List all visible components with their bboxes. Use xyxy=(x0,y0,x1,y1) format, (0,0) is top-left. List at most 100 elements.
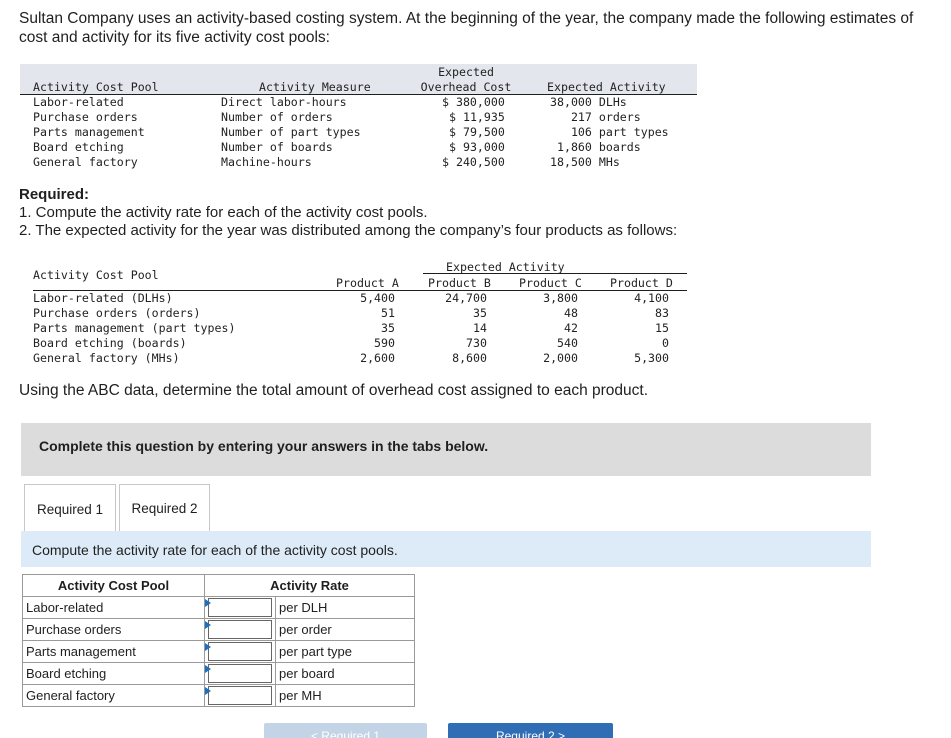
pool-cell: Parts management xyxy=(33,125,145,140)
product-d-cell: 15 xyxy=(594,321,669,336)
tab-required-1[interactable]: Required 1 xyxy=(24,484,116,533)
activity-cell: 1,860 boards xyxy=(550,140,641,155)
product-b-cell: 14 xyxy=(412,321,487,336)
pool-cell: Board etching xyxy=(33,140,124,155)
rate-unit: per DLH xyxy=(276,597,415,619)
header-activity-cost-pool: Activity Cost Pool xyxy=(33,268,159,283)
product-b-cell: 35 xyxy=(412,306,487,321)
product-c-cell: 540 xyxy=(503,336,578,351)
header-activity-cost-pool: Activity Cost Pool xyxy=(23,575,205,597)
input-marker-icon xyxy=(205,687,211,695)
activity-cell: 18,500 MHs xyxy=(550,155,620,170)
pool-cell: General factory xyxy=(33,155,138,170)
pool-cell: Labor-related xyxy=(33,95,124,110)
activity-rate-answer-table: Activity Cost Pool Activity Rate Labor-r… xyxy=(22,574,415,707)
pool-label: Parts management xyxy=(23,641,205,663)
rate-input-cell xyxy=(205,597,276,619)
compute-instruction-bar: Compute the activity rate for each of th… xyxy=(21,531,871,567)
product-activity-table: Activity Cost Pool Expected Activity Pro… xyxy=(20,258,690,372)
product-b-cell: 730 xyxy=(412,336,487,351)
cost-cell: $ 79,500 xyxy=(449,125,505,140)
measure-cell: Machine-hours xyxy=(221,155,312,170)
product-a-cell: 2,600 xyxy=(320,351,395,366)
banner-text: Complete this question by entering your … xyxy=(39,438,488,454)
input-marker-icon xyxy=(205,643,211,651)
instruction-text: Using the ABC data, determine the total … xyxy=(19,382,648,400)
required-heading: Required: xyxy=(19,186,89,203)
labor-related-rate-input[interactable] xyxy=(208,598,272,617)
product-d-cell: 83 xyxy=(594,306,669,321)
next-button-label: Required 2 > xyxy=(496,729,565,738)
header-activity-measure: Activity Measure xyxy=(259,80,371,95)
product-d-cell: 5,300 xyxy=(594,351,669,366)
rate-unit: per part type xyxy=(276,641,415,663)
cost-cell: $ 380,000 xyxy=(442,95,505,110)
parts-management-rate-input[interactable] xyxy=(208,642,272,661)
pool-cell: Board etching (boards) xyxy=(33,336,187,351)
pool-cell: General factory (MHs) xyxy=(33,351,180,366)
prev-required-button[interactable]: < Required 1 xyxy=(264,723,427,738)
input-marker-icon xyxy=(205,665,211,673)
activity-cell: 106 part types xyxy=(550,125,669,140)
measure-cell: Number of boards xyxy=(221,140,333,155)
header-activity-rate: Activity Rate xyxy=(205,575,415,597)
rate-unit: per board xyxy=(276,663,415,685)
header-expected-activity-group: Expected Activity xyxy=(446,260,565,275)
board-etching-rate-input[interactable] xyxy=(208,664,272,683)
tab-label: Required 2 xyxy=(131,501,197,516)
product-a-cell: 35 xyxy=(320,321,395,336)
product-a-cell: 5,400 xyxy=(320,291,395,306)
compute-instruction-text: Compute the activity rate for each of th… xyxy=(32,542,398,558)
pool-cell: Labor-related (DLHs) xyxy=(33,291,173,306)
table-row: General factory per MH xyxy=(23,685,415,707)
required-item-2: 2. The expected activity for the year wa… xyxy=(19,222,677,240)
product-c-cell: 2,000 xyxy=(503,351,578,366)
pool-label: General factory xyxy=(23,685,205,707)
next-required-button[interactable]: Required 2 > xyxy=(448,723,613,738)
cost-cell: $ 240,500 xyxy=(442,155,505,170)
required-item-1: 1. Compute the activity rate for each of… xyxy=(19,204,677,222)
product-c-cell: 42 xyxy=(503,321,578,336)
pool-label: Purchase orders xyxy=(23,619,205,641)
measure-cell: Number of orders xyxy=(221,110,333,125)
purchase-orders-rate-input[interactable] xyxy=(208,620,272,639)
general-factory-rate-input[interactable] xyxy=(208,686,272,705)
pool-label: Labor-related xyxy=(23,597,205,619)
activity-cell: 217 orders xyxy=(550,110,641,125)
product-d-cell: 0 xyxy=(594,336,669,351)
measure-cell: Direct labor-hours xyxy=(221,95,347,110)
rate-input-cell xyxy=(205,685,276,707)
product-c-cell: 3,800 xyxy=(503,291,578,306)
tab-required-2[interactable]: Required 2 xyxy=(119,484,210,532)
instructions-banner: Complete this question by entering your … xyxy=(21,423,871,476)
measure-cell: Number of part types xyxy=(221,125,361,140)
cost-cell: $ 93,000 xyxy=(449,140,505,155)
rate-input-cell xyxy=(205,641,276,663)
pool-label: Board etching xyxy=(23,663,205,685)
problem-intro-text: Sultan Company uses an activity-based co… xyxy=(19,9,939,47)
header-product-c: Product C xyxy=(519,276,582,291)
product-b-cell: 8,600 xyxy=(412,351,487,366)
prev-button-label: < Required 1 xyxy=(311,729,380,738)
header-product-b: Product B xyxy=(428,276,491,291)
pool-cell: Purchase orders (orders) xyxy=(33,306,201,321)
header-activity-cost-pool: Activity Cost Pool xyxy=(33,80,159,95)
required-section: Required: 1. Compute the activity rate f… xyxy=(19,186,677,240)
input-marker-icon xyxy=(205,599,211,607)
header-product-a: Product A xyxy=(336,276,399,291)
table-row: Board etching per board xyxy=(23,663,415,685)
tab-label: Required 1 xyxy=(37,502,103,517)
product-a-cell: 51 xyxy=(320,306,395,321)
table-row: Parts management per part type xyxy=(23,641,415,663)
cost-cell: $ 11,935 xyxy=(449,110,505,125)
table-row: Purchase orders per order xyxy=(23,619,415,641)
rate-input-cell xyxy=(205,663,276,685)
rate-unit: per order xyxy=(276,619,415,641)
product-c-cell: 48 xyxy=(503,306,578,321)
rate-input-cell xyxy=(205,619,276,641)
table-row: Labor-related per DLH xyxy=(23,597,415,619)
input-marker-icon xyxy=(205,621,211,629)
activity-cell: 38,000 DLHs xyxy=(550,95,627,110)
pool-cell: Parts management (part types) xyxy=(33,321,235,336)
header-overhead-cost: Overhead Cost xyxy=(411,80,521,95)
